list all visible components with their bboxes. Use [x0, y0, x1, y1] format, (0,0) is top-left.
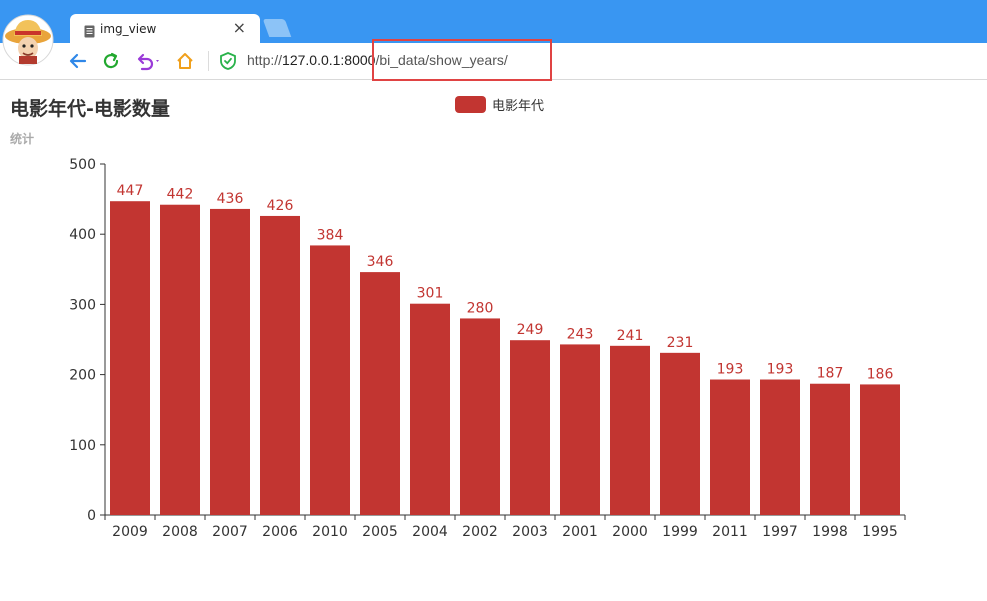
x-tick-label: 2000 — [612, 524, 648, 540]
x-tick-label: 2003 — [512, 524, 548, 540]
x-tick-label: 1997 — [762, 524, 798, 540]
y-tick-label: 200 — [69, 368, 96, 384]
bar — [610, 345, 650, 515]
x-tick-label: 2008 — [162, 524, 198, 540]
bar — [260, 215, 300, 515]
x-tick-label: 2007 — [212, 524, 248, 540]
x-tick-label: 2006 — [262, 524, 298, 540]
data-label: 241 — [617, 328, 644, 344]
data-label: 426 — [267, 198, 294, 214]
data-label: 193 — [767, 362, 794, 378]
bar-chart: 0 100 200 300 400 500 2009 447 2008 442 2007 436 200… — [69, 157, 906, 540]
y-tick-label: 300 — [69, 297, 96, 313]
data-label: 193 — [717, 362, 744, 378]
y-tick-label: 0 — [87, 508, 96, 524]
bar — [760, 379, 800, 515]
data-label: 231 — [667, 335, 694, 351]
bar — [510, 340, 550, 515]
bar — [210, 208, 250, 516]
x-tick-label: 2005 — [362, 524, 398, 540]
bar — [560, 344, 600, 515]
data-label: 442 — [167, 187, 194, 203]
bar — [660, 352, 700, 515]
data-label: 280 — [467, 300, 494, 316]
x-tick-label: 2010 — [312, 524, 348, 540]
bar — [810, 383, 850, 515]
y-tick-label: 400 — [69, 227, 96, 243]
bar — [310, 245, 350, 515]
bar — [110, 201, 150, 515]
x-tick-label: 1995 — [862, 524, 898, 540]
bar — [360, 272, 400, 515]
x-tick-label: 2002 — [462, 524, 498, 540]
x-tick-label: 1998 — [812, 524, 848, 540]
data-label: 301 — [417, 286, 444, 302]
data-label: 346 — [367, 254, 394, 270]
data-label: 447 — [117, 183, 144, 199]
bar — [860, 384, 900, 515]
data-label: 436 — [217, 191, 244, 207]
x-tick-label: 2009 — [112, 524, 148, 540]
data-label: 243 — [567, 326, 594, 342]
y-tick-label: 500 — [69, 157, 96, 173]
bar — [460, 318, 500, 515]
data-label: 187 — [817, 366, 844, 382]
data-label: 249 — [517, 322, 544, 338]
y-tick-label: 100 — [69, 438, 96, 454]
x-tick-label: 2001 — [562, 524, 598, 540]
x-tick-label: 1999 — [662, 524, 698, 540]
bar — [410, 303, 450, 515]
x-tick-label: 2004 — [412, 524, 448, 540]
data-label: 384 — [317, 227, 344, 243]
avatar-icon[interactable] — [2, 14, 54, 66]
x-tick-label: 2011 — [712, 524, 748, 540]
bar — [160, 204, 200, 515]
bar — [710, 379, 750, 515]
data-label: 186 — [867, 366, 894, 382]
